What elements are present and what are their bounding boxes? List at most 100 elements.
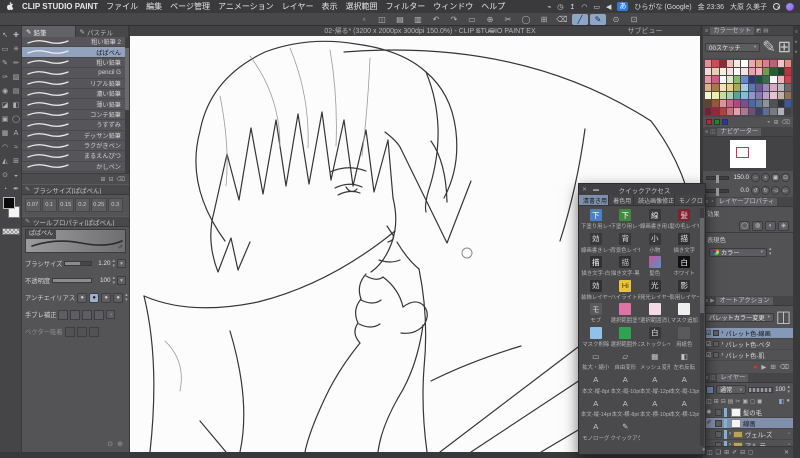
opacity-value[interactable]: 100 [94, 277, 111, 284]
stabilization-step[interactable] [70, 309, 81, 320]
tool-icon[interactable]: ✒ [11, 182, 22, 196]
brush-size-preset[interactable]: 0.07 [25, 198, 41, 212]
layer-bottom-icon[interactable]: ◻ [748, 449, 753, 456]
color-swatch[interactable] [705, 76, 712, 83]
quick-access-item[interactable]: 下 下塗り用レイ… [611, 208, 640, 231]
set-list-icon[interactable]: ◫ [776, 307, 791, 327]
command-bar-icon[interactable]: ╱ [572, 13, 588, 25]
layer-opacity-slider[interactable] [748, 386, 774, 393]
color-swatch[interactable] [734, 84, 741, 91]
menu-item[interactable]: ヘルプ [481, 1, 505, 12]
quick-access-item[interactable]: 描 描き文字-黒 [611, 255, 641, 278]
quick-access-item[interactable]: 光 発光レイヤー [640, 279, 670, 302]
menu-item[interactable]: 編集 [146, 1, 162, 12]
quick-access-item[interactable]: 選択範囲外ス… [611, 326, 640, 349]
menu-item[interactable]: ウィンドウ [433, 1, 473, 12]
effect-button[interactable]: ◈ [778, 220, 789, 231]
menu-item[interactable]: 表示 [321, 1, 337, 12]
color-swatch[interactable] [755, 100, 762, 107]
quick-access-item[interactable]: ▭ 拡大・縮小 [581, 349, 611, 372]
tool-icon[interactable]: A [11, 126, 22, 140]
recent-color-chip[interactable] [722, 119, 728, 125]
tab-color-set[interactable]: カラーセット [710, 26, 754, 35]
color-swatch[interactable] [770, 68, 777, 75]
tool-icon[interactable]: ◯ [11, 112, 22, 126]
quick-access-item[interactable]: マスク追加 [670, 302, 700, 325]
mask-icon[interactable]: ◧ [779, 398, 785, 405]
command-bar-icon[interactable]: ▥ [410, 14, 426, 25]
color-swatch[interactable] [777, 68, 784, 75]
color-swatch[interactable] [705, 100, 712, 107]
color-swatch[interactable] [719, 108, 726, 115]
expand-arrow-icon[interactable]: › [721, 352, 723, 358]
menu-item[interactable]: ファイル [106, 1, 138, 12]
color-swatch[interactable] [784, 76, 791, 83]
color-swatch[interactable] [755, 84, 762, 91]
color-swatch[interactable] [763, 84, 770, 91]
layer-bottom-icon[interactable]: ❏ [716, 449, 721, 456]
quick-access-item[interactable]: 影 影用レイヤー [670, 279, 699, 302]
stepper-icon[interactable]: ▴ ▾ [112, 258, 115, 269]
menubar-clock[interactable]: 金 23:36 [698, 2, 724, 12]
layer-checkbox[interactable] [715, 408, 722, 416]
quick-access-item[interactable]: 白 ホワイト [670, 255, 700, 278]
color-swatch[interactable] [726, 92, 733, 99]
quick-access-item[interactable]: A 本文-横-8pt [611, 396, 641, 419]
visibility-eye-icon[interactable]: ◉ [705, 409, 713, 415]
add-swatch-icon[interactable]: ⊞ [773, 119, 778, 126]
color-swatch[interactable] [712, 92, 719, 99]
quick-access-item[interactable]: A 本文-縦-14pt [581, 396, 611, 419]
auto-action-set-select[interactable]: パレットカラー変更 ▾ [705, 312, 774, 322]
expression-color-select[interactable]: カラー ▾ [709, 247, 767, 257]
color-swatch[interactable] [734, 92, 741, 99]
layer-toolbar-icon[interactable]: ◼ [757, 398, 762, 405]
command-bar-icon[interactable]: ⊞ [536, 14, 552, 25]
color-swatch[interactable] [748, 76, 755, 83]
quick-access-item[interactable]: 白 ストックレイ… [640, 326, 670, 349]
antialias-option[interactable]: ● [101, 292, 112, 303]
color-swatch[interactable] [748, 92, 755, 99]
layer-thumbnail[interactable] [733, 430, 743, 438]
sub-tool-tab[interactable]: ✎ 鉛筆 [22, 26, 76, 37]
layer-row[interactable]: ✐ 線画 [703, 418, 793, 429]
layer-name[interactable]: ヴェル-ズ [745, 430, 786, 439]
color-swatch[interactable] [712, 108, 719, 115]
layer-toolbar-icon[interactable]: ◫ [706, 398, 712, 405]
zoom-slider[interactable] [706, 174, 729, 183]
color-swatch[interactable] [755, 76, 762, 83]
tool-icon[interactable]: ✑ [0, 70, 11, 84]
effect-button[interactable]: ◐ [765, 220, 776, 231]
quick-access-item[interactable]: A 本文-縦-13pt [670, 373, 700, 396]
siri-icon[interactable] [786, 2, 794, 11]
scroll-down-icon[interactable]: ▾ [702, 447, 705, 453]
color-swatch[interactable] [777, 76, 784, 83]
command-bar-icon[interactable]: ⊕ [482, 14, 498, 25]
stabilization-step[interactable] [82, 309, 93, 320]
menu-item[interactable]: アニメーション [218, 1, 274, 12]
tool-icon[interactable]: ≈ [11, 140, 22, 154]
color-swatch[interactable] [726, 108, 733, 115]
color-swatch[interactable] [712, 76, 719, 83]
volume-icon[interactable]: ◀ [606, 3, 611, 11]
tab-auto-action[interactable]: オートアクション [716, 296, 773, 305]
quick-access-item[interactable]: モ モブ [581, 302, 611, 325]
recent-color-chip[interactable] [714, 119, 720, 125]
color-slider-tab-icon[interactable]: ▤ [763, 28, 768, 34]
expand-arrow-icon[interactable]: › [721, 341, 723, 347]
quick-access-item[interactable]: 描 描き文字-白 [581, 255, 611, 278]
brush-size-preset[interactable]: 0.3 [107, 198, 123, 212]
layer-toolbar-icon[interactable]: ◻ [750, 398, 755, 405]
color-swatch[interactable] [734, 108, 741, 115]
minimize-icon[interactable]: ▬ [488, 28, 494, 34]
color-swatch[interactable] [726, 68, 733, 75]
layer-thumbnail[interactable] [731, 418, 741, 428]
add-subtool-icon[interactable]: ⊞ [100, 176, 105, 183]
duplicate-subtool-icon[interactable]: ⊟ [108, 176, 113, 183]
ime-icon[interactable]: あ [617, 2, 629, 11]
quick-access-item[interactable]: 線 線画書き用レ… [640, 208, 670, 231]
color-swatch[interactable] [755, 92, 762, 99]
zoom-button[interactable]: − [751, 173, 760, 182]
color-swatch[interactable] [741, 60, 748, 67]
tool-icon[interactable]: ✚ [11, 28, 22, 42]
tool-icon[interactable]: ▤ [11, 84, 22, 98]
